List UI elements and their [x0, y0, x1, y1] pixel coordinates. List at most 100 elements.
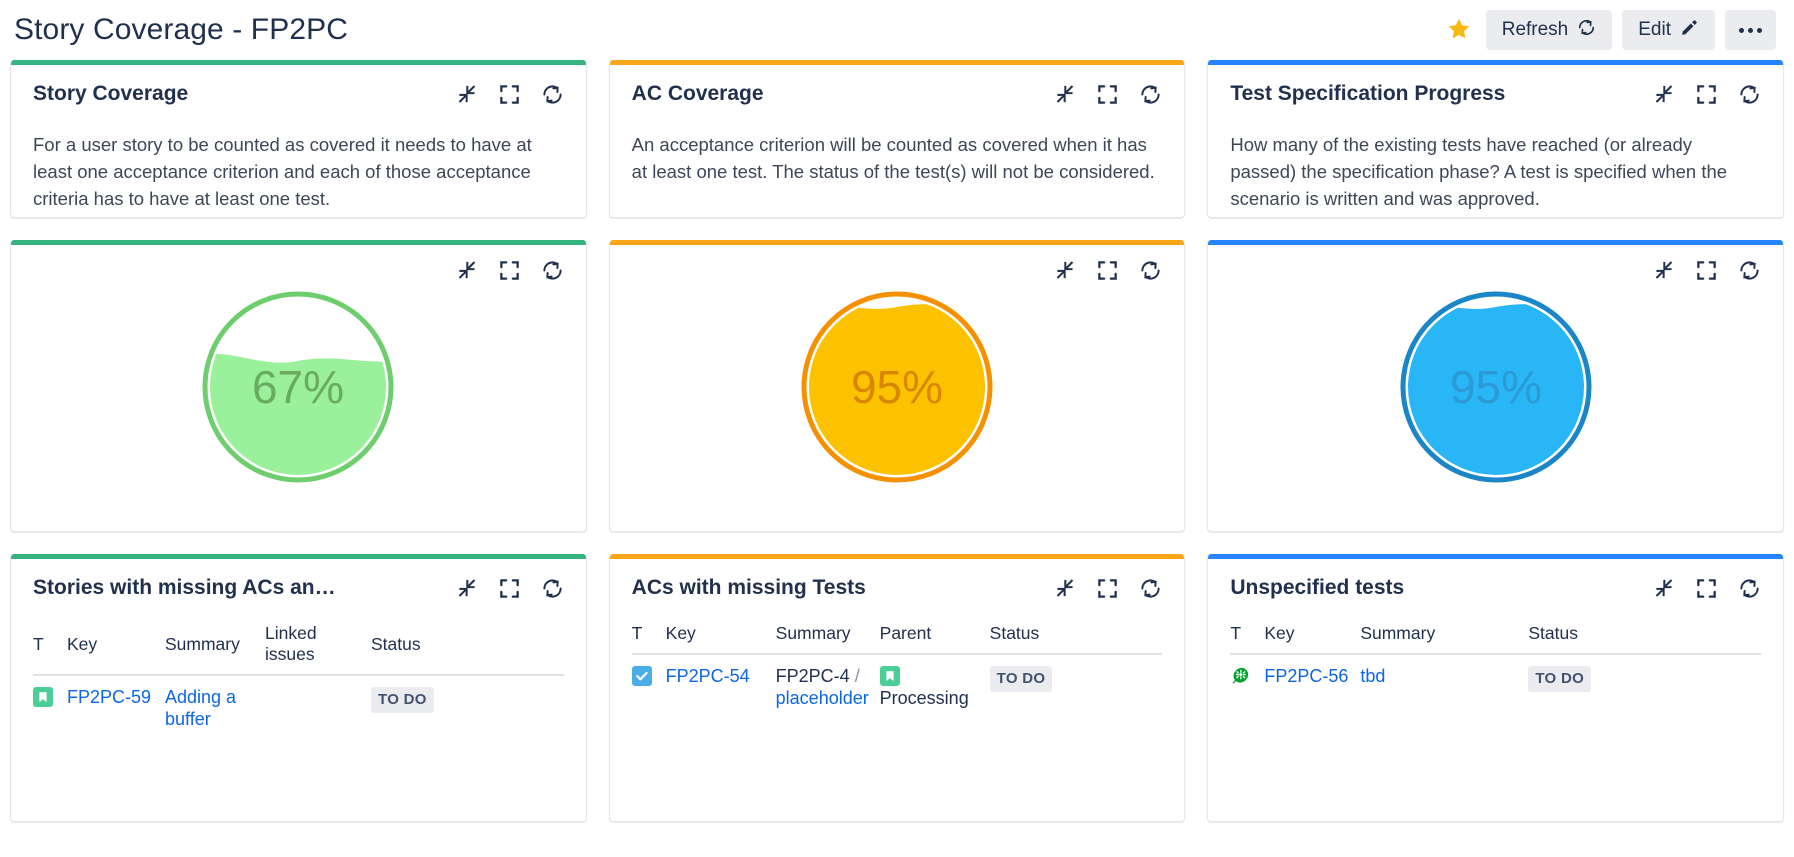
cell-summary: FP2PC-4 / placeholder [776, 654, 880, 721]
gadget-story-coverage-gauge: 67% [10, 240, 587, 532]
gadget-test-specification-progress-description: Test Specification Progress How many of … [1207, 60, 1784, 218]
refresh-icon[interactable] [1139, 83, 1162, 106]
issue-key-link[interactable]: FP2PC-56 [1264, 666, 1348, 686]
parent-name: Processing [879, 687, 969, 708]
table-row: Stories with missing ACs an… T Key Summa… [0, 554, 1794, 822]
cucumber-test-icon [1230, 666, 1251, 687]
summary-separator: / [854, 666, 860, 686]
description-row: Story Coverage For a user story to be co… [0, 60, 1794, 218]
card-tools [1053, 257, 1162, 282]
refresh-icon[interactable] [1139, 577, 1162, 600]
cell-type [33, 675, 67, 742]
fullscreen-icon[interactable] [1695, 577, 1718, 600]
issues-table: T Key Summary Status FP2PC-56 tbd TO DO [1230, 623, 1761, 703]
collapse-icon[interactable] [1053, 577, 1076, 600]
column-header-parent: Parent [879, 623, 990, 655]
card-tools [1652, 257, 1761, 282]
liquid-fill-gauge-svg: 95% [801, 291, 993, 483]
refresh-icon[interactable] [541, 83, 564, 106]
card-title: Test Specification Progress [1230, 82, 1506, 105]
refresh-icon[interactable] [1738, 83, 1761, 106]
collapse-icon[interactable] [1652, 259, 1675, 282]
cell-linked-issues [265, 675, 371, 742]
gadget-unspecified-tests: Unspecified tests T Key Summary Status F… [1207, 554, 1784, 822]
refresh-icon[interactable] [541, 577, 564, 600]
task-icon [631, 666, 652, 686]
card-description: An acceptance criterion will be counted … [631, 134, 1155, 182]
more-options-button[interactable] [1725, 10, 1776, 50]
refresh-button[interactable]: Refresh [1485, 10, 1613, 50]
table-row[interactable]: FP2PC-59 Adding a buffer TO DO [33, 675, 564, 742]
collapse-icon[interactable] [455, 259, 478, 282]
status-badge: TO DO [989, 666, 1053, 693]
liquid-fill-gauge-svg: 95% [1400, 291, 1592, 483]
fullscreen-icon[interactable] [1695, 83, 1718, 106]
collapse-icon[interactable] [1652, 577, 1675, 600]
edit-button-label: Edit [1638, 19, 1671, 40]
refresh-icon[interactable] [1738, 577, 1761, 600]
table-row[interactable]: FP2PC-54 FP2PC-4 / placeholder Processin… [631, 654, 1163, 721]
collapse-icon[interactable] [455, 577, 478, 600]
card-description: How many of the existing tests have reac… [1230, 134, 1728, 209]
card-title: AC Coverage [631, 82, 764, 105]
cell-status: TO DO [989, 654, 1163, 721]
collapse-icon[interactable] [1053, 259, 1076, 282]
gadget-ac-coverage-description: AC Coverage An acceptance criterion will… [608, 60, 1186, 218]
collapse-icon[interactable] [1053, 83, 1076, 106]
column-header-key: Key [1264, 623, 1361, 655]
issues-table: T Key Summary Linked issues Status FP2PC… [33, 623, 564, 742]
cell-key: FP2PC-54 [666, 654, 776, 721]
gadget-story-coverage-description: Story Coverage For a user story to be co… [10, 60, 587, 218]
issues-table: T Key Summary Parent Status FP2PC-54 FP2… [631, 623, 1163, 721]
refresh-icon [1577, 18, 1596, 43]
fullscreen-icon[interactable] [498, 83, 521, 106]
story-icon [879, 666, 900, 686]
fullscreen-icon[interactable] [1096, 83, 1119, 106]
page-title: Story Coverage - FP2PC [14, 13, 348, 46]
cell-status: TO DO [371, 675, 564, 742]
table-row[interactable]: FP2PC-56 tbd TO DO [1230, 654, 1761, 703]
fullscreen-icon[interactable] [1096, 577, 1119, 600]
card-title: Stories with missing ACs an… [33, 576, 336, 599]
fullscreen-icon[interactable] [498, 259, 521, 282]
fullscreen-icon[interactable] [498, 577, 521, 600]
header-actions: Refresh Edit [1442, 10, 1776, 50]
refresh-icon[interactable] [1139, 259, 1162, 282]
story-icon [33, 687, 53, 707]
cell-status: TO DO [1528, 654, 1761, 703]
gauge-value-label: 95% [851, 361, 943, 413]
refresh-icon[interactable] [541, 259, 564, 282]
card-description: For a user story to be counted as covere… [33, 134, 532, 209]
issue-summary-link[interactable]: Adding a buffer [165, 687, 236, 729]
status-badge: TO DO [1528, 666, 1592, 693]
cell-type [631, 654, 666, 721]
column-header-summary: Summary [165, 623, 265, 676]
gauge-value-label: 95% [1450, 361, 1542, 413]
fullscreen-icon[interactable] [1695, 259, 1718, 282]
column-header-status: Status [1528, 623, 1761, 655]
collapse-icon[interactable] [1652, 83, 1675, 106]
issue-key-link[interactable]: FP2PC-59 [67, 687, 151, 707]
favorite-star-button[interactable] [1442, 13, 1476, 47]
refresh-icon[interactable] [1738, 259, 1761, 282]
edit-button[interactable]: Edit [1622, 10, 1715, 50]
liquid-fill-gauge-svg: 67% [202, 291, 394, 483]
card-title: Unspecified tests [1230, 576, 1405, 599]
card-tools [1652, 81, 1761, 106]
cell-type [1230, 654, 1264, 703]
star-icon [1446, 16, 1472, 45]
collapse-icon[interactable] [455, 83, 478, 106]
card-title: Story Coverage [33, 82, 189, 105]
page-header: Story Coverage - FP2PC Refresh Edit [0, 0, 1794, 60]
column-header-type: T [631, 623, 666, 655]
issue-summary-link[interactable]: tbd [1360, 666, 1385, 686]
table-header-row: T Key Summary Status [1230, 623, 1761, 655]
card-title: ACs with missing Tests [631, 576, 866, 599]
issue-key-link[interactable]: FP2PC-54 [666, 666, 750, 686]
column-header-summary: Summary [1360, 623, 1529, 655]
card-tools [1053, 81, 1162, 106]
summary-link[interactable]: placeholder [776, 688, 869, 708]
fullscreen-icon[interactable] [1096, 259, 1119, 282]
more-options-icon [1739, 27, 1762, 33]
gauge-value-label: 67% [252, 361, 344, 413]
